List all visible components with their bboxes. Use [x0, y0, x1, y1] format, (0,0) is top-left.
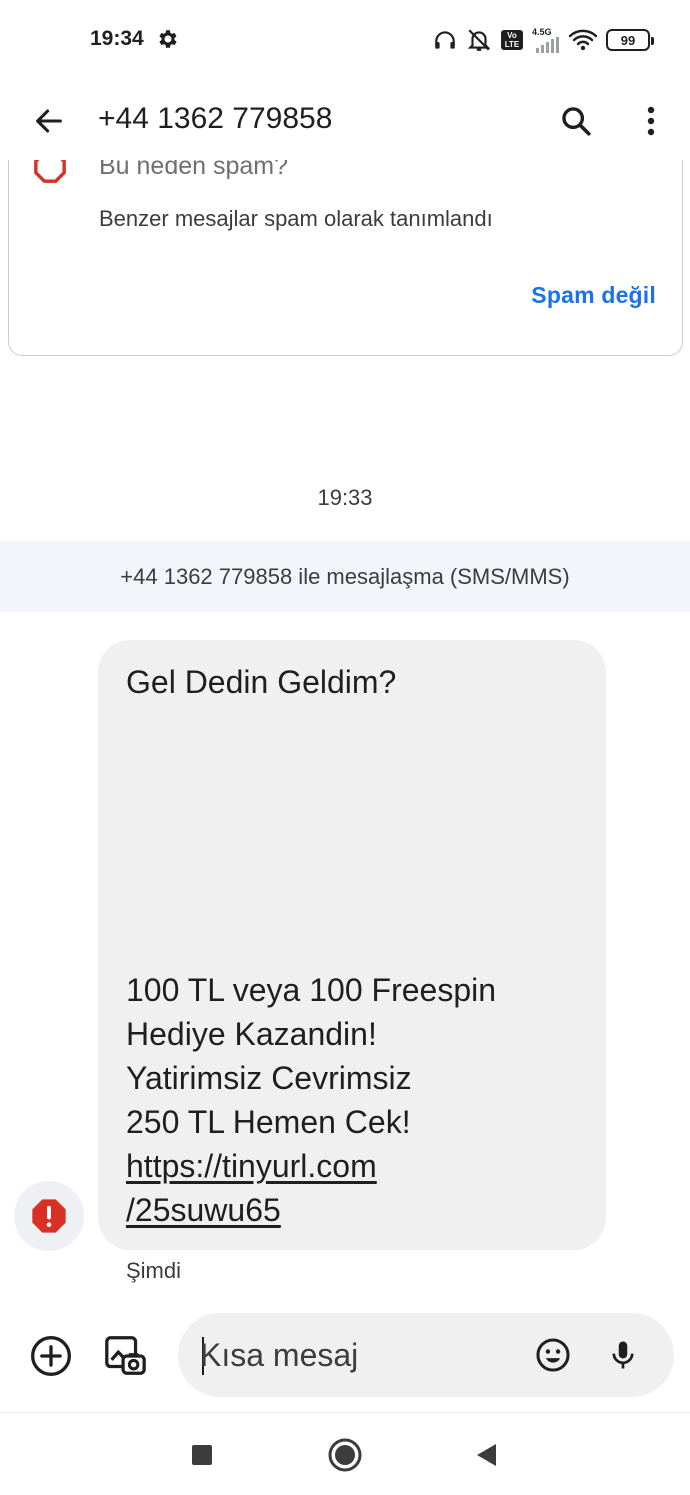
message-bubble[interactable]: Gel Dedin Geldim? 100 TL veya 100 Freesp… — [98, 640, 606, 1250]
more-vert-icon[interactable] — [628, 98, 674, 144]
message-line: Hediye Kazandin! — [126, 1016, 377, 1052]
search-icon[interactable] — [553, 98, 599, 144]
conversation-title: +44 1362 779858 — [98, 102, 333, 135]
error-icon[interactable] — [14, 1181, 84, 1251]
battery-level: 99 — [620, 32, 636, 48]
svg-text:LTE: LTE — [505, 40, 520, 49]
home-circle-icon[interactable] — [323, 1433, 367, 1477]
status-bar: 19:34 Vo LTE 4.5G 99 — [0, 0, 690, 80]
not-spam-button[interactable]: Spam değil — [531, 282, 656, 309]
battery-icon: 99 — [606, 29, 654, 51]
mic-icon[interactable] — [600, 1332, 646, 1378]
message-title: Gel Dedin Geldim? — [126, 664, 397, 700]
conversation-banner: +44 1362 779858 ile mesajlaşma (SMS/MMS) — [0, 541, 690, 612]
compose-box — [178, 1313, 674, 1397]
signal-icon: 4.5G — [532, 27, 560, 53]
navigation-bar — [0, 1412, 690, 1495]
message-body: 100 TL veya 100 Freespin Hediye Kazandin… — [126, 968, 496, 1232]
settings-gear-icon — [156, 27, 180, 51]
recents-square-icon[interactable] — [180, 1433, 224, 1477]
spam-description: Benzer mesajlar spam olarak tanımlandı — [99, 206, 493, 231]
message-line: Yatirimsiz Cevrimsiz — [126, 1060, 412, 1096]
message-time: Şimdi — [126, 1258, 182, 1283]
conversation-timestamp: 19:33 — [317, 485, 373, 510]
message-link[interactable]: /25suwu65 — [126, 1192, 281, 1228]
back-arrow-icon[interactable] — [26, 98, 72, 144]
app-bar: +44 1362 779858 — [0, 80, 690, 160]
headphones-icon — [432, 27, 458, 53]
status-time: 19:34 — [90, 27, 144, 50]
notifications-off-icon — [466, 27, 492, 53]
network-type: 4.5G — [532, 27, 552, 37]
status-icons: Vo LTE 4.5G 99 — [432, 25, 654, 55]
message-link[interactable]: https://tinyurl.com — [126, 1148, 377, 1184]
emoji-icon[interactable] — [530, 1332, 576, 1378]
message-line: 100 TL veya 100 Freespin — [126, 972, 497, 1008]
back-triangle-icon[interactable] — [464, 1433, 508, 1477]
gallery-icon[interactable] — [100, 1331, 150, 1381]
message-line: 250 TL Hemen Cek! — [126, 1104, 411, 1140]
volte-icon: Vo LTE — [500, 29, 524, 51]
message-input[interactable] — [200, 1327, 520, 1383]
add-circle-icon[interactable] — [26, 1331, 76, 1381]
wifi-icon — [568, 28, 598, 52]
svg-text:Vo: Vo — [507, 31, 517, 40]
